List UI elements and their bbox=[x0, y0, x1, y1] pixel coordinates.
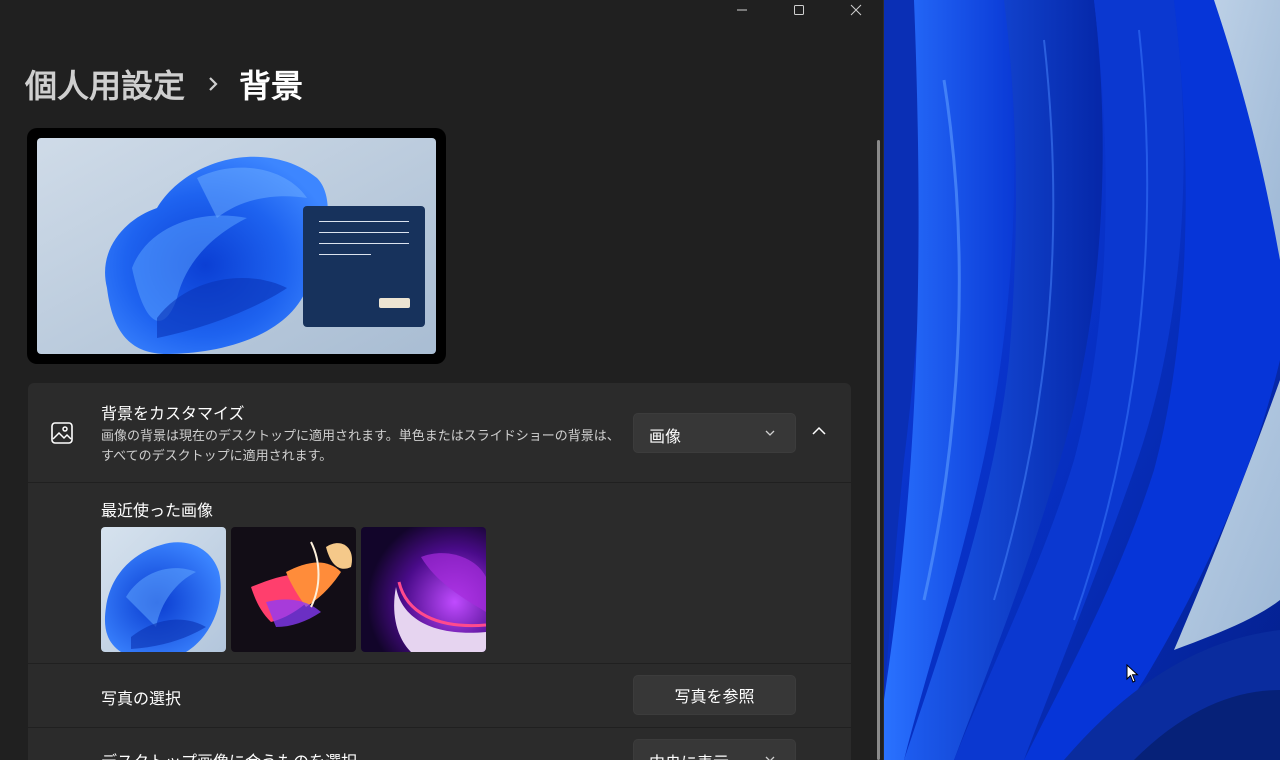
fit-dropdown[interactable]: 中央に表示 bbox=[633, 739, 796, 760]
maximize-button[interactable] bbox=[770, 0, 827, 20]
recent-image-bloom-light[interactable] bbox=[101, 527, 226, 652]
preview-text-line bbox=[319, 232, 409, 233]
fit-dropdown-value: 中央に表示 bbox=[649, 749, 729, 760]
background-type-value: 画像 bbox=[649, 427, 682, 446]
browse-photos-button[interactable]: 写真を参照 bbox=[633, 675, 796, 715]
settings-window: 個人用設定 背景 背景をカスタマイズ 画像の背景は現在のデスクトップに適用されま… bbox=[0, 0, 884, 760]
recent-image-abstract-ribbon[interactable] bbox=[231, 527, 356, 652]
customize-background-card: 背景をカスタマイズ 画像の背景は現在のデスクトップに適用されます。単色またはスラ… bbox=[28, 383, 851, 482]
choose-photo-card: 写真の選択 写真を参照 bbox=[28, 664, 851, 727]
breadcrumb-parent-personalization[interactable]: 個人用設定 bbox=[25, 61, 185, 107]
fit-label: デスクトップ画像に合うものを選択 bbox=[101, 748, 357, 760]
chevron-up-icon[interactable] bbox=[811, 423, 827, 439]
recent-images-card: 最近使った画像 bbox=[28, 483, 851, 663]
recent-image-purple-glow[interactable] bbox=[361, 527, 486, 652]
close-icon bbox=[850, 4, 861, 16]
breadcrumb: 個人用設定 背景 bbox=[25, 62, 303, 106]
chevron-down-icon bbox=[765, 430, 775, 436]
close-button[interactable] bbox=[827, 0, 884, 20]
customize-title: 背景をカスタマイズ bbox=[101, 404, 245, 423]
chevron-right-icon bbox=[207, 76, 219, 92]
preview-wallpaper bbox=[37, 138, 436, 354]
scrollbar[interactable] bbox=[877, 140, 880, 760]
maximize-icon bbox=[793, 5, 804, 15]
fit-card: デスクトップ画像に合うものを選択 中央に表示 bbox=[28, 728, 851, 760]
recent-images-title: 最近使った画像 bbox=[101, 501, 214, 520]
desktop-preview bbox=[27, 128, 446, 364]
background-type-dropdown[interactable]: 画像 bbox=[633, 413, 796, 453]
preview-text-line bbox=[319, 243, 409, 244]
desktop-wallpaper bbox=[884, 0, 1280, 760]
mouse-cursor-icon bbox=[1126, 664, 1139, 683]
preview-button bbox=[379, 298, 410, 308]
preview-text-line bbox=[319, 254, 371, 255]
preview-text-line bbox=[319, 221, 409, 222]
customize-description: 画像の背景は現在のデスクトップに適用されます。単色またはスライドショーの背景は、… bbox=[101, 429, 620, 464]
chevron-down-icon bbox=[765, 756, 775, 760]
minimize-button[interactable] bbox=[713, 0, 770, 20]
preview-app-window bbox=[303, 206, 425, 327]
page-title: 背景 bbox=[239, 67, 304, 105]
picture-icon bbox=[51, 422, 73, 444]
minimize-icon bbox=[736, 9, 747, 11]
choose-photo-label: 写真の選択 bbox=[101, 689, 182, 708]
